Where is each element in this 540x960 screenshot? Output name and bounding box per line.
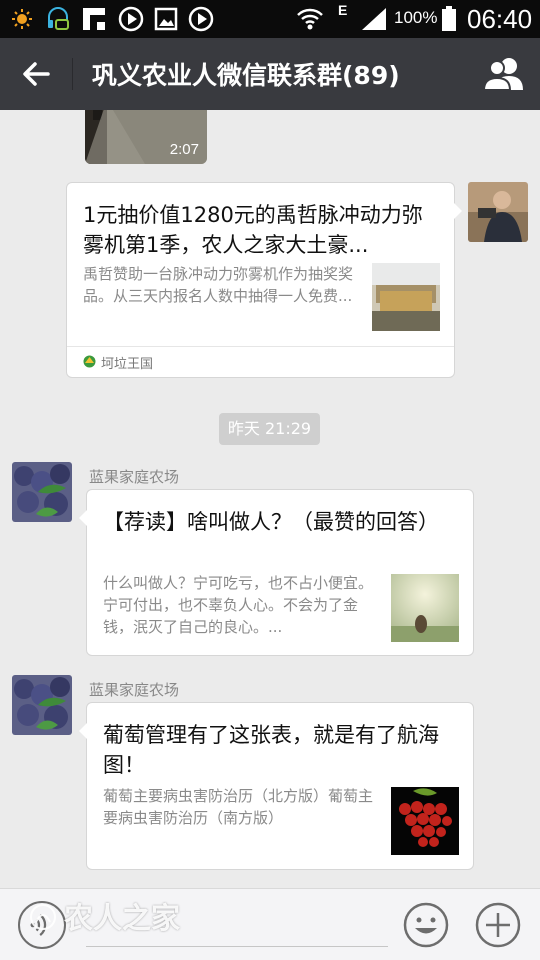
card-divider (67, 346, 454, 347)
watermark-logo-icon (30, 904, 56, 930)
back-arrow-icon[interactable] (18, 56, 54, 92)
group-title: 巩义农业人微信联系群(89) (92, 61, 400, 90)
link-card-title: 【荐读】啥叫做人？（最赞的回答） (103, 510, 439, 534)
link-card[interactable]: 1元抽价值1280元的禹哲脉冲动力弥雾机第1季，农人之家大土豪... 禹哲赞助一… (66, 182, 462, 378)
link-card-title: 1元抽价值1280元的禹哲脉冲动力弥雾机第1季，农人之家大土豪... (83, 203, 423, 257)
video-message[interactable]: 2:07 (85, 110, 207, 164)
link-card-source: 坷垃王国 (101, 357, 154, 372)
status-bar: E 100% 06:40 (0, 0, 540, 38)
video-play-icon (118, 6, 144, 32)
user-photo (468, 182, 528, 242)
source-logo-icon (83, 355, 96, 368)
chat-area[interactable]: 2:07 1元抽价值1280元的禹哲脉冲动力弥雾机第1季，农人之家大土豪... … (0, 110, 540, 888)
emoji-icon[interactable] (402, 901, 450, 949)
thumbnail-image (372, 263, 440, 331)
wifi-icon (297, 8, 323, 30)
battery-icon (442, 6, 456, 31)
grape-thumbnail (391, 787, 459, 855)
link-card-thumbnail (391, 574, 459, 642)
header-divider (72, 58, 73, 90)
blueberry-avatar (12, 675, 72, 735)
group-members-icon[interactable] (483, 56, 525, 92)
link-card[interactable]: 葡萄管理有了这张表，就是有了航海图！ 葡萄主要病虫害防治历（北方版）葡萄主要病虫… (79, 702, 474, 870)
more-plus-icon[interactable] (474, 901, 522, 949)
link-card-title: 葡萄管理有了这张表，就是有了航海图！ (103, 723, 439, 777)
bubble-tail (79, 510, 87, 526)
clock: 06:40 (467, 4, 533, 34)
watermark: 农人之家 (28, 895, 180, 937)
thumbnail-image (391, 574, 459, 642)
link-card-description: 葡萄主要病虫害防治历（北方版）葡萄主要病虫害防治历（南方版） (103, 787, 374, 827)
timestamp: 昨天 21:29 (219, 413, 320, 445)
video-duration: 2:07 (169, 141, 199, 158)
sender-name: 蓝果家庭农场 (89, 468, 180, 486)
link-card-thumbnail (372, 263, 440, 331)
watermark-text: 农人之家 (64, 901, 181, 935)
flipboard-icon (83, 8, 105, 30)
sender-avatar[interactable] (12, 675, 72, 735)
bubble-tail (79, 723, 87, 739)
link-card-thumbnail (391, 787, 459, 855)
message-input[interactable] (86, 946, 388, 947)
blueberry-avatar (12, 462, 72, 522)
sender-name: 蓝果家庭农场 (89, 681, 180, 699)
sender-avatar[interactable] (12, 462, 72, 522)
media-play-icon (188, 6, 214, 32)
chat-header: 巩义农业人微信联系群(89) (0, 38, 540, 110)
link-card-description: 什么叫做人？宁可吃亏，也不占小便宜。宁可付出，也不辜负人心。不会为了金钱，泯灭了… (103, 574, 374, 636)
network-type-label: E (338, 2, 348, 18)
headset-chat-icon (48, 7, 69, 30)
sun-icon (12, 9, 32, 29)
link-card-description: 禹哲赞助一台脉冲动力弥雾机作为抽奖奖品。从三天内报名人数中抽得一人免费... (83, 265, 354, 305)
battery-percent: 100% (394, 8, 438, 27)
signal-icon (362, 8, 386, 30)
bubble-tail (454, 203, 462, 219)
gallery-icon (154, 7, 178, 31)
my-avatar[interactable] (468, 182, 528, 242)
link-card[interactable]: 【荐读】啥叫做人？（最赞的回答） 什么叫做人？宁可吃亏，也不占小便宜。宁可付出，… (79, 489, 474, 656)
